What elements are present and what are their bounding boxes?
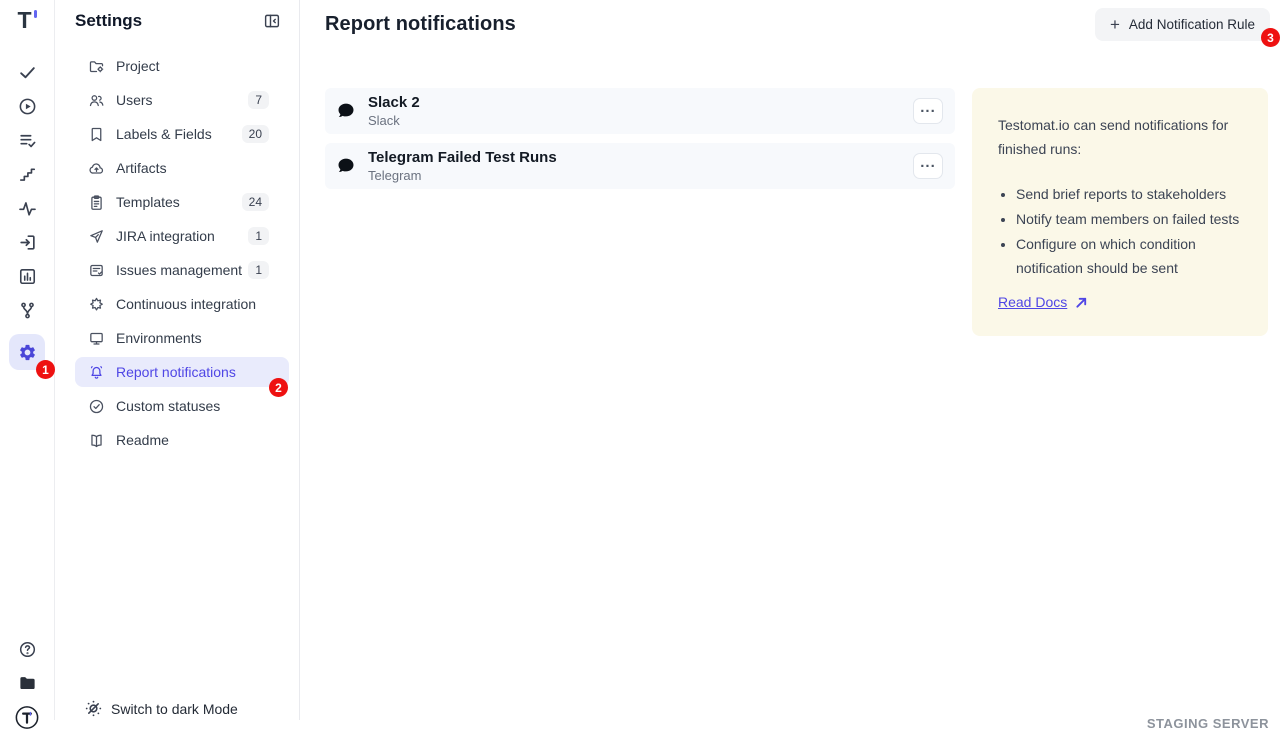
plus-icon: + [1110,16,1120,33]
send-plane-icon [88,228,105,245]
testomat-logo-circle[interactable] [15,705,39,729]
check-icon[interactable] [15,60,39,84]
tour-badge-1: 1 [36,360,55,379]
help-circle-icon[interactable] [15,637,39,661]
sidebar-item-users[interactable]: Users 7 [75,85,289,115]
users-icon [88,92,105,109]
info-panel-intro: Testomat.io can send notifications for f… [998,113,1242,161]
count-badge: 20 [242,125,269,143]
count-badge: 1 [248,261,269,279]
cloud-upload-icon [88,160,105,177]
logo-tick [34,10,37,18]
sidebar-item-project[interactable]: Project [75,51,289,81]
collapse-panel-icon[interactable] [263,12,281,30]
sidebar-item-custom-statuses[interactable]: Custom statuses [75,391,289,421]
rule-title: Telegram Failed Test Runs [368,148,557,167]
sidebar-item-label: Templates [116,194,180,210]
settings-nav: Project Users 7 Labels & Fields 20 Artif… [55,51,299,455]
info-bullet: Notify team members on failed tests [1016,207,1242,231]
add-notification-rule-button[interactable]: + Add Notification Rule 3 [1095,8,1270,41]
bell-ring-icon [88,364,105,381]
settings-gear-active[interactable]: 1 [9,334,45,370]
monitor-icon [88,330,105,347]
sun-auto-icon [85,700,102,717]
sidebar-item-label: Continuous integration [116,296,256,312]
sidebar-item-labels-fields[interactable]: Labels & Fields 20 [75,119,289,149]
rule-menu-button[interactable]: ... [913,153,943,179]
tour-badge-3: 3 [1261,28,1280,47]
sidebar-item-label: Users [116,92,153,108]
list-check-icon[interactable] [15,128,39,152]
issue-card-icon [88,262,105,279]
folder-icon[interactable] [15,671,39,695]
sidebar-item-environments[interactable]: Environments [75,323,289,353]
clipboard-icon [88,194,105,211]
info-bullet: Configure on which condition notificatio… [1016,232,1242,280]
sidebar-item-issues-management[interactable]: Issues management 1 [75,255,289,285]
info-panel-bullets: Send brief reports to stakeholders Notif… [998,182,1242,280]
activity-icon[interactable] [15,196,39,220]
steps-icon[interactable] [15,162,39,186]
book-icon [88,432,105,449]
gear-icon [18,343,37,362]
sidebar-item-label: JIRA integration [116,228,215,244]
info-bullet: Send brief reports to stakeholders [1016,182,1242,206]
sidebar-item-artifacts[interactable]: Artifacts [75,153,289,183]
bar-chart-icon[interactable] [15,264,39,288]
rule-title: Slack 2 [368,93,420,112]
chat-bubble-icon [336,156,356,176]
external-link-arrow-icon [1075,296,1088,309]
read-docs-link[interactable]: Read Docs [998,294,1067,310]
branch-merge-icon[interactable] [15,298,39,322]
rule-row-telegram[interactable]: Telegram Failed Test Runs Telegram ... [325,143,955,189]
icon-rail: T 1 [0,0,55,720]
burst-icon [88,296,105,313]
sidebar-title: Settings [75,11,142,31]
sidebar-item-readme[interactable]: Readme [75,425,289,455]
rule-subtitle: Telegram [368,167,557,184]
sidebar-item-label: Report notifications [116,364,236,380]
folder-gear-icon [88,58,105,75]
play-circle-icon[interactable] [15,94,39,118]
count-badge: 7 [248,91,269,109]
sidebar-item-report-notifications[interactable]: Report notifications 2 [75,357,289,387]
sidebar-item-label: Project [116,58,160,74]
staging-watermark: STAGING SERVER [1147,716,1269,731]
sidebar-item-continuous-integration[interactable]: Continuous integration [75,289,289,319]
check-circle-icon [88,398,105,415]
info-panel: Testomat.io can send notifications for f… [972,88,1268,336]
logo-letter: T [17,7,31,33]
sidebar-item-label: Issues management [116,262,242,278]
settings-sidebar: Settings Project Users 7 Labels & Fields… [55,0,300,720]
page-title: Report notifications [325,8,516,36]
rule-subtitle: Slack [368,112,420,129]
sidebar-item-label: Readme [116,432,169,448]
count-badge: 24 [242,193,269,211]
tour-badge-2: 2 [269,378,288,397]
sidebar-item-label: Labels & Fields [116,126,212,142]
sidebar-item-templates[interactable]: Templates 24 [75,187,289,217]
sidebar-item-label: Artifacts [116,160,167,176]
bookmark-icon [88,126,105,143]
sidebar-item-label: Environments [116,330,202,346]
dark-mode-toggle[interactable]: Switch to dark Mode [85,700,238,717]
add-button-label: Add Notification Rule [1129,17,1255,32]
sidebar-item-jira-integration[interactable]: JIRA integration 1 [75,221,289,251]
count-badge: 1 [248,227,269,245]
main-content: Report notifications + Add Notification … [300,0,1280,720]
rule-menu-button[interactable]: ... [913,98,943,124]
sign-in-icon[interactable] [15,230,39,254]
chat-bubble-icon [336,101,356,121]
testomat-logo[interactable]: T [17,7,36,35]
sidebar-item-label: Custom statuses [116,398,220,414]
rule-row-slack[interactable]: Slack 2 Slack ... [325,88,955,134]
dark-mode-label: Switch to dark Mode [111,701,238,717]
notification-rules-list: Slack 2 Slack ... Telegram Failed Test R… [325,88,955,198]
